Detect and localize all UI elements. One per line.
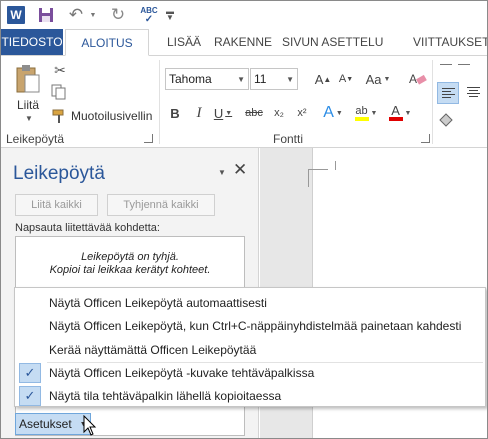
scissors-icon: ✂: [54, 62, 66, 78]
word-app-icon[interactable]: W: [6, 4, 26, 26]
font-name-value: Tahoma: [169, 72, 212, 86]
clipboard-group-label: Leikepöytä: [6, 132, 65, 146]
pane-options-chevron-icon[interactable]: ▼: [218, 168, 226, 177]
menu-item-show-taskbar-icon[interactable]: Näytä Officen Leikepöytä -kuvake tehtävä…: [49, 363, 314, 383]
italic-button[interactable]: I: [189, 102, 209, 124]
save-icon: [39, 8, 53, 22]
bold-button[interactable]: B: [165, 102, 185, 124]
customize-icon: ▬ ▼: [166, 7, 174, 22]
tab-page-layout[interactable]: SIVUN ASETTELU: [282, 29, 383, 55]
font-color-button[interactable]: A ▼: [385, 102, 415, 124]
align-center-button[interactable]: [463, 82, 485, 104]
menu-item-show-status-near-taskbar[interactable]: Näytä tila tehtäväpalkin lähellä kopioit…: [49, 386, 281, 406]
strikethrough-button[interactable]: abc: [243, 102, 265, 124]
shrink-font-button[interactable]: A ▼: [335, 68, 357, 90]
pane-instruction: Napsauta liitettävää kohdetta:: [15, 222, 160, 234]
font-name-combobox[interactable]: Tahoma ▼: [165, 68, 249, 90]
repeat-button[interactable]: ↻: [107, 4, 129, 26]
chevron-down-icon[interactable]: ▼: [286, 75, 294, 84]
format-painter-label: Muotoilusivellin: [71, 109, 153, 123]
align-left-button[interactable]: [437, 82, 459, 104]
clear-formatting-button[interactable]: A: [407, 68, 429, 90]
clipboard-icon: [16, 65, 40, 93]
options-label: Asetukset: [19, 417, 72, 431]
copy-button[interactable]: [51, 84, 69, 102]
repeat-icon: ↻: [110, 5, 126, 24]
quick-access-toolbar: W ↶ ▼ ↻ ABC ✓ ▬ ▼: [1, 1, 487, 29]
chevron-down-icon[interactable]: ▼: [237, 75, 245, 84]
spelling-button[interactable]: ABC ✓: [137, 4, 161, 26]
paste-button[interactable]: Liitä ▼: [9, 62, 45, 124]
paste-all-button[interactable]: Liitä kaikki: [15, 194, 98, 216]
margin-marker: [335, 161, 336, 170]
undo-dropdown-arrow[interactable]: ▼: [88, 4, 98, 26]
save-button[interactable]: [35, 4, 57, 26]
chevron-down-icon: ▼: [89, 11, 97, 19]
ribbon: Liitä ▼ ✂ Muotoilusivellin Leikepöytä Ta…: [1, 55, 487, 148]
chevron-down-icon: ▼: [25, 114, 33, 123]
margin-marker: [308, 169, 309, 187]
undo-icon: ↶: [68, 5, 84, 24]
tab-references[interactable]: VIITTAUKSET: [413, 29, 487, 55]
format-painter-button[interactable]: Muotoilusivellin: [51, 106, 152, 126]
paint-bucket-icon: [439, 113, 453, 127]
font-color-icon: A: [388, 104, 403, 121]
menu-item-show-ctrl-c-twice[interactable]: Näytä Officen Leikepöytä, kun Ctrl+C-näp…: [49, 316, 461, 336]
font-size-value: 11: [254, 72, 267, 86]
align-left-icon: [442, 88, 455, 100]
shading-button[interactable]: [437, 112, 459, 134]
font-size-combobox[interactable]: 11 ▼: [250, 68, 298, 90]
clear-all-button[interactable]: Tyhjennä kaikki: [107, 194, 215, 216]
copy-icon: [51, 84, 66, 100]
grow-font-button[interactable]: A ▲: [312, 68, 334, 90]
pane-title: Leikepöytä: [13, 163, 105, 184]
ribbon-tabs: TIEDOSTO ALOITUS LISÄÄ RAKENNE SIVUN ASE…: [1, 29, 487, 56]
tab-insert[interactable]: LISÄÄ: [167, 29, 201, 55]
cut-button[interactable]: ✂: [51, 62, 69, 80]
empty-message: Leikepöytä on tyhjä. Kopioi tai leikkaa …: [49, 251, 211, 276]
margin-marker: [308, 169, 328, 170]
checkmark-icon: ✓: [19, 386, 41, 406]
grow-font-icon: A: [314, 71, 324, 87]
text-effects-icon: A: [323, 104, 334, 121]
align-center-icon: [467, 87, 480, 99]
menu-item-show-automatically[interactable]: Näytä Officen Leikepöytä automaattisesti: [49, 293, 267, 313]
undo-button[interactable]: ↶: [65, 4, 87, 26]
tab-home[interactable]: ALOITUS: [65, 29, 149, 56]
tab-file[interactable]: TIEDOSTO: [1, 29, 63, 55]
svg-text:A: A: [409, 72, 417, 86]
menu-item-collect-without-showing[interactable]: Kerää näyttämättä Officen Leikepöytää: [49, 340, 256, 360]
paste-label: Liitä: [17, 98, 40, 112]
font-launcher-icon[interactable]: [421, 134, 430, 143]
superscript-button[interactable]: x²: [291, 102, 313, 124]
mouse-pointer-icon: [83, 415, 97, 436]
customize-qat-button[interactable]: ▬ ▼: [164, 4, 176, 26]
underline-icon: U: [213, 105, 224, 121]
change-case-icon: Aa: [365, 71, 382, 87]
options-button[interactable]: Asetukset ▼: [15, 413, 91, 435]
font-group-label: Fontti: [273, 132, 304, 146]
list-buttons[interactable]: [437, 58, 477, 78]
tab-design[interactable]: RAKENNE: [214, 29, 272, 55]
text-effects-button[interactable]: A ▼: [321, 102, 345, 124]
paintbrush-icon: [52, 109, 64, 123]
subscript-button[interactable]: x₂: [268, 102, 290, 124]
group-divider: [432, 60, 433, 144]
word-window: W ↶ ▼ ↻ ABC ✓ ▬ ▼ TIEDOSTO ALOITUS LISÄÄ…: [0, 0, 488, 439]
change-case-button[interactable]: Aa ▼: [363, 68, 393, 90]
shrink-font-icon: A: [338, 73, 347, 85]
checkmark-icon: ✓: [144, 13, 154, 25]
highlighter-icon: ab: [354, 105, 369, 121]
clipboard-launcher-icon[interactable]: [144, 134, 153, 143]
underline-button[interactable]: U ▼: [211, 102, 235, 124]
checkmark-icon: ✓: [19, 363, 41, 383]
group-divider: [159, 60, 160, 144]
word-logo-icon: W: [7, 6, 25, 24]
close-icon[interactable]: ✕: [233, 160, 247, 180]
options-menu: Näytä Officen Leikepöytä automaattisesti…: [14, 287, 486, 407]
eraser-icon: A: [409, 72, 427, 86]
highlight-button[interactable]: ab ▼: [351, 102, 381, 124]
